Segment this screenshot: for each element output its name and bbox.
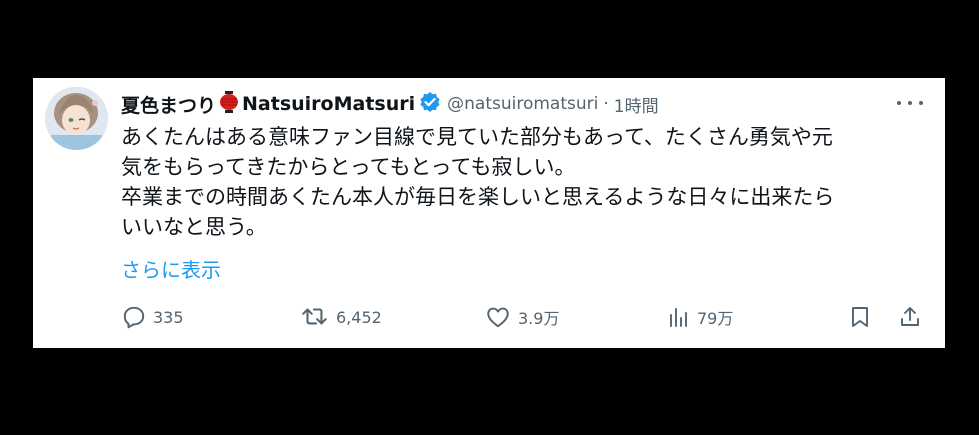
share-icon (901, 307, 919, 326)
views-count: 79万 (697, 309, 734, 328)
separator-dot: · (603, 94, 609, 114)
tweet-text-line: いいなと思う。 (121, 215, 267, 239)
avatar[interactable] (45, 87, 108, 150)
timestamp[interactable]: 1時間 (614, 92, 659, 117)
display-name[interactable]: 夏色まつり (121, 91, 216, 118)
display-name-suffix[interactable]: NatsuiroMatsuri (242, 93, 415, 115)
retweet-button[interactable]: 6,452 (300, 302, 382, 332)
reply-button[interactable]: 335 (121, 302, 184, 332)
tweet-text-line: あくたんはある意味ファン目線で見ていた部分もあって、たくさん勇気や元 (121, 125, 833, 149)
like-button[interactable]: 3.9万 (484, 302, 559, 332)
lantern-icon (219, 91, 239, 117)
bookmark-button[interactable] (848, 302, 872, 332)
tweet-header: 夏色まつり NatsuiroMatsuri @natsuiromatsuri ·… (121, 90, 659, 118)
reply-icon (123, 306, 145, 329)
bookmark-icon (852, 307, 868, 327)
tweet-text: あくたんはある意味ファン目線で見ていた部分もあって、たくさん勇気や元 気をもらっ… (121, 122, 921, 242)
action-bar: 335 6,452 3.9万 79万 (33, 302, 945, 332)
tweet-text-line: 気をもらってきたからとってもとっても寂しい。 (121, 155, 576, 179)
heart-icon (487, 307, 509, 328)
tweet-card[interactable]: 夏色まつり NatsuiroMatsuri @natsuiromatsuri ·… (33, 78, 945, 348)
more-options-icon[interactable] (897, 94, 923, 112)
share-button[interactable] (898, 302, 922, 332)
like-count: 3.9万 (518, 309, 560, 328)
reply-count: 335 (153, 307, 184, 327)
retweet-count: 6,452 (336, 307, 382, 327)
tweet-text-line: 卒業までの時間あくたん本人が毎日を楽しいと思えるような日々に出来たら (121, 185, 835, 209)
show-more-link[interactable]: さらに表示 (121, 254, 221, 283)
user-handle[interactable]: @natsuiromatsuri (447, 94, 598, 114)
views-button[interactable]: 79万 (667, 302, 733, 332)
views-icon (670, 308, 687, 327)
retweet-icon (302, 308, 327, 325)
verified-badge-icon[interactable] (419, 91, 441, 117)
